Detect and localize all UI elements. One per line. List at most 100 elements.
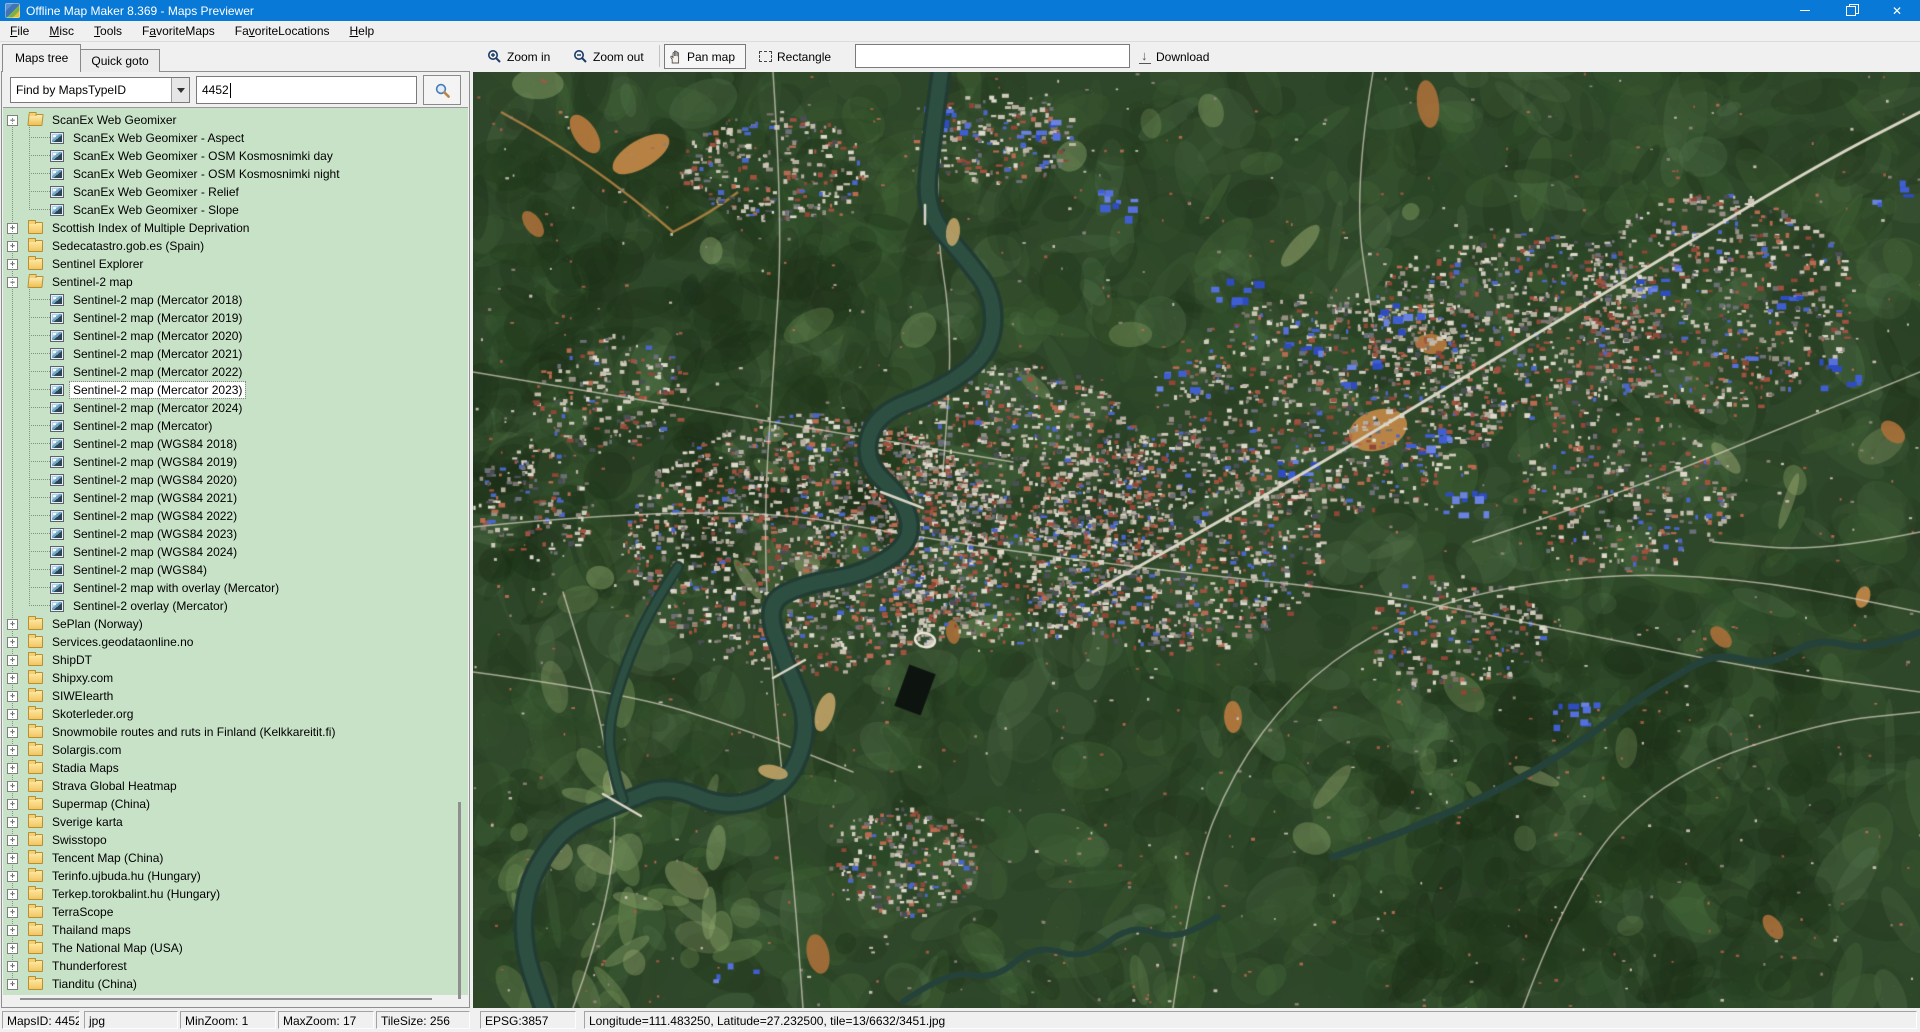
- tree-item[interactable]: Sentinel-2 map (Mercator 2020): [3, 327, 468, 345]
- tree-item[interactable]: +The National Map (USA): [3, 939, 468, 957]
- map-layer-icon: [50, 582, 64, 594]
- restore-icon: [1846, 6, 1856, 16]
- tree-item[interactable]: Sentinel-2 overlay (Mercator): [3, 597, 468, 615]
- tree-guide-line: [29, 287, 30, 606]
- tree-item[interactable]: +Strava Global Heatmap: [3, 777, 468, 795]
- map-layer-icon: [50, 600, 64, 612]
- tree-item[interactable]: +Thailand maps: [3, 921, 468, 939]
- text-caret: [230, 83, 231, 98]
- rectangle-button[interactable]: Rectangle: [755, 44, 835, 69]
- tree-item-label: ScanEx Web Geomixer - OSM Kosmosnimki ni…: [70, 166, 343, 182]
- map-layer-icon: [50, 492, 64, 504]
- tree-item[interactable]: ScanEx Web Geomixer - OSM Kosmosnimki ni…: [3, 165, 468, 183]
- restore-button[interactable]: [1828, 0, 1874, 21]
- tree-item[interactable]: +Services.geodataonline.no: [3, 633, 468, 651]
- tree-item[interactable]: Sentinel-2 map (Mercator 2023): [3, 381, 468, 399]
- tree-item[interactable]: ScanEx Web Geomixer - Slope: [3, 201, 468, 219]
- tree-item[interactable]: +Thunderforest: [3, 957, 468, 975]
- tree-item-label: Sentinel-2 map (Mercator 2020): [70, 328, 245, 344]
- tree-item[interactable]: −ScanEx Web Geomixer: [3, 111, 468, 129]
- tree-item[interactable]: ScanEx Web Geomixer - Aspect: [3, 129, 468, 147]
- tree-item[interactable]: Sentinel-2 map (WGS84 2023): [3, 525, 468, 543]
- tree-item[interactable]: Sentinel-2 map (WGS84): [3, 561, 468, 579]
- tree-item[interactable]: +Skoterleder.org: [3, 705, 468, 723]
- tree-item[interactable]: Sentinel-2 map (Mercator 2021): [3, 345, 468, 363]
- tree-item-label: Sentinel-2 overlay (Mercator): [70, 598, 231, 614]
- download-button[interactable]: Download: [1135, 44, 1213, 69]
- zoom-out-button[interactable]: Zoom out: [569, 44, 648, 69]
- tree-item[interactable]: Sentinel-2 map (WGS84 2024): [3, 543, 468, 561]
- tree-item[interactable]: Sentinel-2 map (Mercator): [3, 417, 468, 435]
- toolbar-input[interactable]: [855, 44, 1130, 68]
- map-layer-icon: [50, 456, 64, 468]
- tree-item[interactable]: Sentinel-2 map (WGS84 2018): [3, 435, 468, 453]
- tree-item[interactable]: −Sentinel-2 map: [3, 273, 468, 291]
- pan-map-button[interactable]: Pan map: [664, 44, 746, 69]
- tree-item[interactable]: Sentinel-2 map with overlay (Mercator): [3, 579, 468, 597]
- tree-item[interactable]: Sentinel-2 map (Mercator 2019): [3, 309, 468, 327]
- tree-item[interactable]: +Tianditu (China): [3, 975, 468, 993]
- tree-connector: [29, 173, 50, 175]
- tree-item[interactable]: +ShipDT: [3, 651, 468, 669]
- search-input[interactable]: 4452: [196, 76, 417, 104]
- tree-item[interactable]: +Snowmobile routes and ruts in Finland (…: [3, 723, 468, 741]
- zoom-out-icon: [573, 49, 588, 64]
- tree-item[interactable]: Sentinel-2 map (WGS84 2020): [3, 471, 468, 489]
- tree-item[interactable]: Sentinel-2 map (Mercator 2022): [3, 363, 468, 381]
- search-button[interactable]: [423, 75, 461, 105]
- tab-maps-tree[interactable]: Maps tree: [2, 44, 81, 72]
- tree-connector: [29, 605, 50, 607]
- tree-vertical-scrollbar[interactable]: [458, 802, 461, 999]
- tree-horizontal-scrollbar[interactable]: [20, 998, 432, 1000]
- menu-item-misc[interactable]: Misc: [39, 21, 84, 41]
- tree-item[interactable]: +Sverige karta: [3, 813, 468, 831]
- tree-item[interactable]: Sentinel-2 map (WGS84 2022): [3, 507, 468, 525]
- tree-guide-line: [12, 118, 13, 984]
- tree-item-label: Sentinel-2 map (Mercator 2024): [70, 400, 245, 416]
- map-view[interactable]: [473, 72, 1920, 1008]
- map-layer-icon: [50, 330, 64, 342]
- tree-item[interactable]: +Supermap (China): [3, 795, 468, 813]
- tree-item[interactable]: +Solargis.com: [3, 741, 468, 759]
- map-layer-icon: [50, 168, 64, 180]
- folder-icon: [28, 924, 43, 936]
- tab-quick-goto[interactable]: Quick goto: [81, 49, 159, 72]
- tree-item-label: Skoterleder.org: [49, 706, 136, 722]
- tree-item[interactable]: Sentinel-2 map (WGS84 2019): [3, 453, 468, 471]
- tree-item[interactable]: +Shipxy.com: [3, 669, 468, 687]
- tree-item[interactable]: +Stadia Maps: [3, 759, 468, 777]
- menu-bar: FileMiscToolsFavoriteMapsFavoriteLocatio…: [0, 21, 1920, 41]
- menu-item-help[interactable]: Help: [340, 21, 385, 41]
- tree-item[interactable]: +SIWEIearth: [3, 687, 468, 705]
- menu-item-favoritelocations[interactable]: FavoriteLocations: [225, 21, 340, 41]
- tree-item[interactable]: +Scottish Index of Multiple Deprivation: [3, 219, 468, 237]
- zoom-in-icon: [487, 49, 502, 64]
- close-button[interactable]: ✕: [1874, 0, 1920, 21]
- map-layer-icon: [50, 546, 64, 558]
- tree-item-label: Scottish Index of Multiple Deprivation: [49, 220, 252, 236]
- tree-item[interactable]: +Sentinel Explorer: [3, 255, 468, 273]
- menu-item-file[interactable]: File: [0, 21, 39, 41]
- menu-item-tools[interactable]: Tools: [84, 21, 132, 41]
- tree-item[interactable]: ScanEx Web Geomixer - Relief: [3, 183, 468, 201]
- tree-item[interactable]: Sentinel-2 map (Mercator 2024): [3, 399, 468, 417]
- tree-item[interactable]: Sentinel-2 map (Mercator 2018): [3, 291, 468, 309]
- tree-item[interactable]: +Terkep.torokbalint.hu (Hungary): [3, 885, 468, 903]
- tree-item[interactable]: +Swisstopo: [3, 831, 468, 849]
- close-icon: ✕: [1892, 5, 1902, 17]
- tree-item[interactable]: ScanEx Web Geomixer - OSM Kosmosnimki da…: [3, 147, 468, 165]
- tree-item[interactable]: +Tencent Map (China): [3, 849, 468, 867]
- folder-icon: [28, 690, 43, 702]
- zoom-in-button[interactable]: Zoom in: [483, 44, 554, 69]
- find-by-dropdown[interactable]: Find by MapsTypeID: [10, 77, 190, 103]
- tree-item[interactable]: +Terinfo.ujbuda.hu (Hungary): [3, 867, 468, 885]
- tree-item[interactable]: +TerraScope: [3, 903, 468, 921]
- tree-item[interactable]: +Sedecatastro.gob.es (Spain): [3, 237, 468, 255]
- tree-item[interactable]: Sentinel-2 map (WGS84 2021): [3, 489, 468, 507]
- chevron-down-icon[interactable]: [171, 78, 189, 102]
- minimize-button[interactable]: [1782, 0, 1828, 21]
- tree-item[interactable]: +SePlan (Norway): [3, 615, 468, 633]
- menu-item-favoritemaps[interactable]: FavoriteMaps: [132, 21, 225, 41]
- maps-tree-panel: Find by MapsTypeID 4452 −ScanEx Web Geom…: [1, 71, 470, 1008]
- tree-item-label: ScanEx Web Geomixer - Slope: [70, 202, 242, 218]
